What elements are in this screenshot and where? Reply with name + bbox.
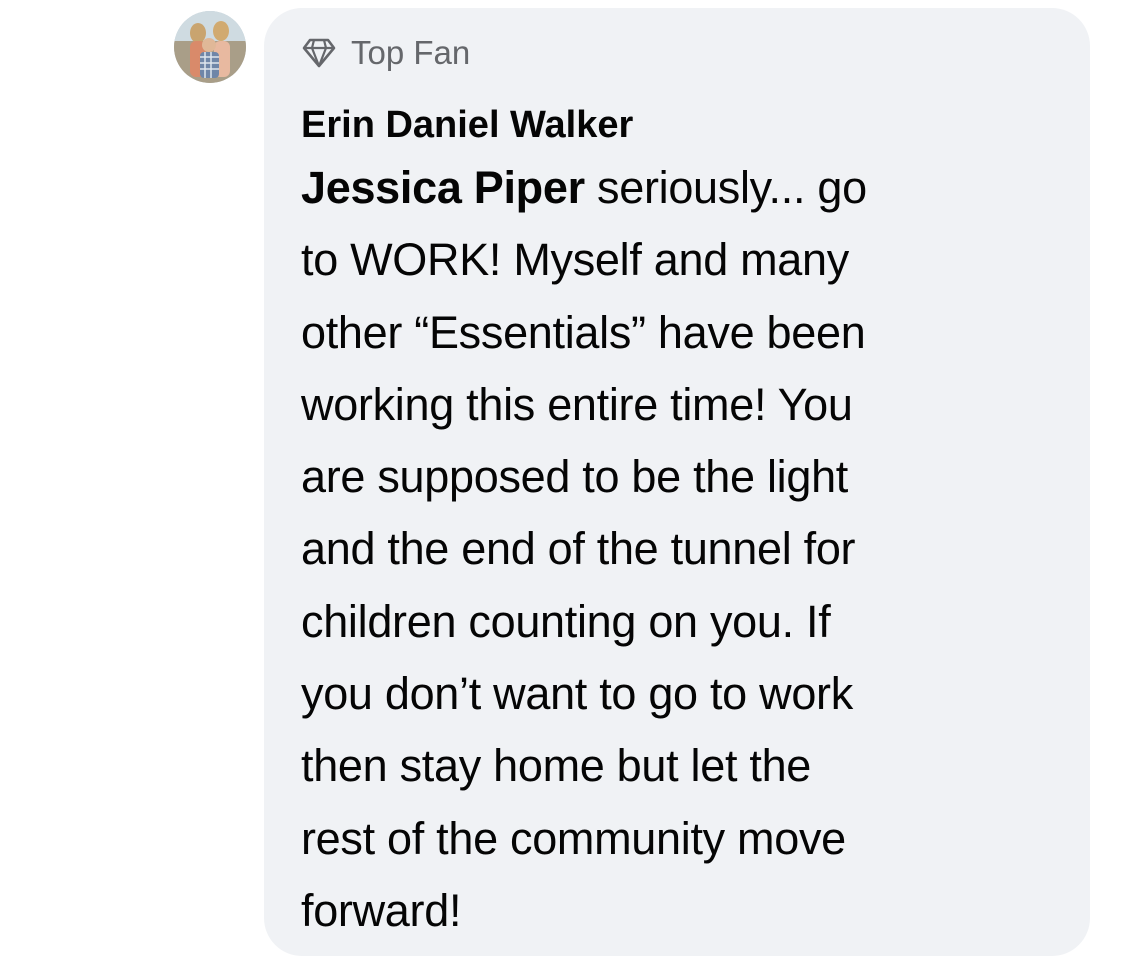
comment-bubble: Top Fan Erin Daniel Walker Jessica Piper… bbox=[264, 8, 1090, 956]
comment-line: then stay home but let the bbox=[301, 740, 812, 792]
comment-line: you don’t want to go to work bbox=[301, 668, 853, 720]
avatar-photo bbox=[174, 11, 246, 83]
comment-line: children counting on you. If bbox=[301, 595, 831, 647]
badge-label: Top Fan bbox=[351, 34, 471, 71]
comment-line: to WORK! Myself and many bbox=[301, 234, 849, 286]
top-fan-badge: Top Fan bbox=[301, 30, 1060, 76]
comment-author-name[interactable]: Erin Daniel Walker bbox=[301, 100, 633, 150]
comment-line: Jessica Piper seriously... go bbox=[301, 152, 1061, 224]
mention-link[interactable]: Jessica Piper bbox=[301, 162, 585, 213]
comment-line: working this entire time! You bbox=[301, 378, 853, 430]
comment-line: and the end of the tunnel for bbox=[301, 523, 856, 575]
comment-line: are supposed to be the light bbox=[301, 451, 849, 503]
author-avatar[interactable] bbox=[174, 11, 246, 83]
comment-text: Jessica Piper seriously... go to WORK! M… bbox=[301, 152, 1061, 947]
comment-line-text: seriously... go bbox=[584, 162, 867, 213]
comment-line: rest of the community move bbox=[301, 812, 846, 864]
comment-line: forward! bbox=[301, 884, 462, 936]
diamond-icon bbox=[301, 37, 337, 69]
comment-line: other “Essentials” have been bbox=[301, 306, 866, 358]
